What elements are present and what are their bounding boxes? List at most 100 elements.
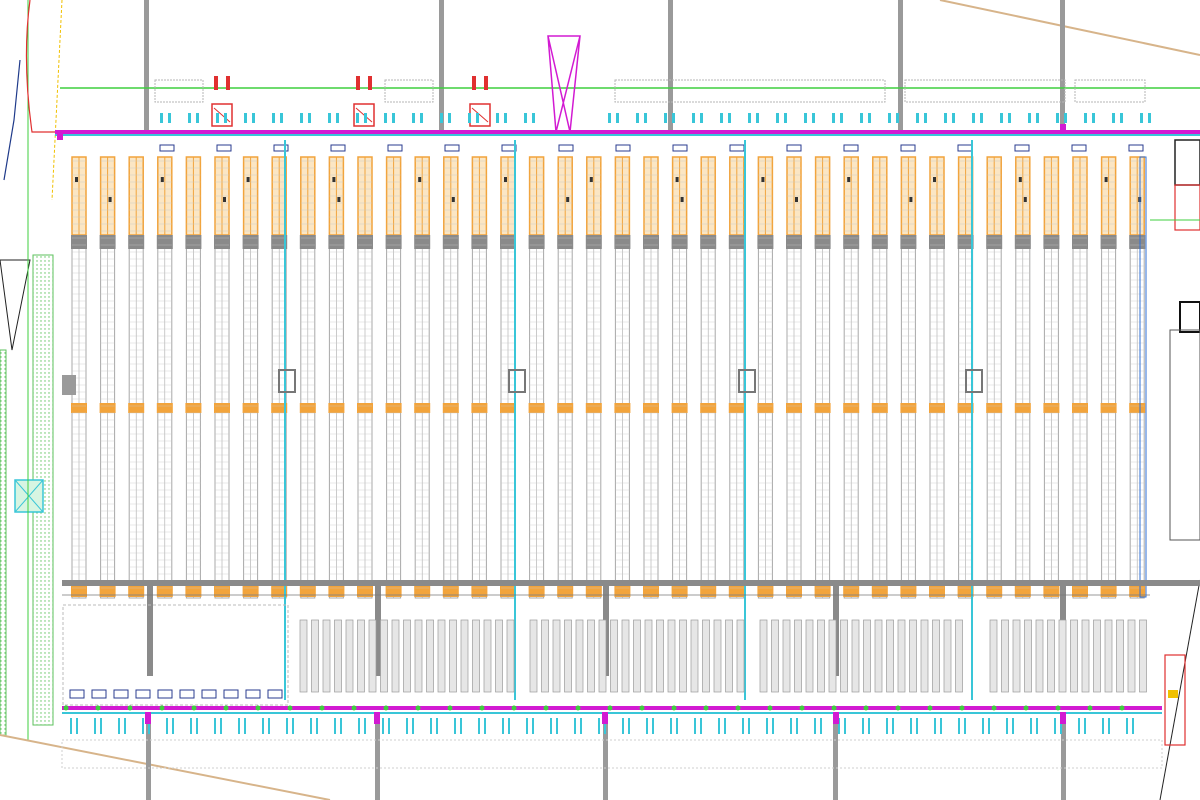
- dock-marker: [692, 113, 695, 123]
- bollard: [447, 705, 453, 711]
- rack-cross-beam-2: [299, 403, 316, 413]
- equipment-room: [1164, 654, 1186, 746]
- dock-bay-marker: [724, 718, 726, 734]
- server-room: [1179, 301, 1200, 333]
- aisle-spine-0: [147, 586, 153, 676]
- dock-bay-marker: [412, 718, 414, 734]
- dock-marker: [952, 113, 955, 123]
- dock-marker: [328, 113, 331, 123]
- dock-bay-marker: [76, 718, 78, 734]
- staging-lane: [380, 619, 388, 693]
- bollard: [351, 705, 357, 711]
- dock-door-icon: [501, 144, 517, 152]
- rack-cross-aisle-1: [671, 235, 688, 249]
- pallet-icon: [108, 197, 112, 202]
- bollard: [735, 705, 741, 711]
- staging-lane: [1001, 619, 1009, 693]
- rack-row: [757, 156, 774, 599]
- bollard: [895, 705, 901, 711]
- dock-bay-marker: [172, 718, 174, 734]
- dock-bay-marker: [646, 718, 648, 734]
- rack-cross-aisle-1: [986, 235, 1003, 249]
- rack-cross-beam-2: [500, 403, 516, 413]
- staging-lane: [633, 619, 641, 693]
- dock-bay-marker: [556, 718, 558, 734]
- ramp-structure: [547, 35, 581, 133]
- rack-row: [614, 156, 631, 599]
- staging-lane: [483, 619, 492, 693]
- rack-cross-aisle-1: [786, 235, 802, 249]
- rack-row: [585, 156, 602, 599]
- staging-lane: [506, 619, 515, 693]
- rack-cross-beam-2: [728, 403, 745, 413]
- main-cross-aisle: [62, 580, 1200, 586]
- landscape-strip: [0, 0, 63, 740]
- pallet-icon: [675, 177, 679, 182]
- dock-marker: [888, 113, 891, 123]
- staging-lane: [541, 619, 549, 693]
- dock-door-icon: [444, 144, 460, 152]
- dock-bay-marker: [814, 718, 816, 734]
- staging-lane: [828, 619, 837, 693]
- bollard: [927, 705, 933, 711]
- dock-marker: [476, 113, 479, 123]
- dock-bay-marker: [454, 718, 456, 734]
- bollard: [703, 705, 709, 711]
- dock-bay-marker: [652, 718, 654, 734]
- dock-door-icon: [900, 144, 916, 152]
- rack-row: [700, 156, 717, 599]
- dock-marker: [720, 113, 723, 123]
- dock-bay-marker: [340, 718, 342, 734]
- bollard: [287, 705, 293, 711]
- rack-cross-aisle-1: [557, 235, 574, 249]
- dock-bay-marker: [790, 718, 792, 734]
- right-office-zone: [1150, 139, 1200, 746]
- dock-door-icon: [1071, 144, 1087, 152]
- dock-bay-marker: [1102, 718, 1104, 734]
- bollard: [799, 705, 805, 711]
- column-top-4: [1060, 0, 1065, 130]
- staging-lane: [989, 619, 998, 693]
- dock-marker: [1008, 113, 1011, 123]
- rack-cross-aisle-1: [471, 235, 488, 249]
- rack-cross-beam-2: [71, 403, 87, 413]
- rack-cross-beam-2: [585, 403, 602, 413]
- office-block-red: [1174, 184, 1200, 231]
- dock-bay-marker: [958, 718, 960, 734]
- dock-bay-marker: [244, 718, 246, 734]
- rack-cross-aisle-1: [871, 235, 888, 249]
- dock-door-icon: [223, 689, 239, 699]
- dock-marker: [924, 113, 927, 123]
- dock-door-icon: [843, 144, 859, 152]
- dock-bay-marker: [430, 718, 432, 734]
- staging-lane: [1024, 619, 1032, 693]
- dock-door-icon: [729, 144, 745, 152]
- dock-marker: [776, 113, 779, 123]
- dock-bay-marker: [190, 718, 192, 734]
- rack-cross-beam-2: [671, 403, 688, 413]
- dock-marker: [980, 113, 983, 123]
- rack-cross-aisle-1: [643, 235, 659, 249]
- dock-marker: [1148, 113, 1151, 123]
- dock-marker: [860, 113, 863, 123]
- bollard: [159, 705, 165, 711]
- rack-cross-aisle-1: [1100, 235, 1117, 249]
- dock-marker: [300, 113, 303, 123]
- staging-lane: [564, 619, 572, 693]
- staging-lane: [840, 619, 848, 693]
- dock-marker: [336, 113, 339, 123]
- dock-marker: [812, 113, 815, 123]
- dock-door-icon: [216, 144, 232, 152]
- dock-marker: [524, 113, 527, 123]
- staging-lane: [1047, 619, 1055, 693]
- rack-row: [786, 156, 802, 599]
- pallet-icon: [589, 177, 593, 182]
- rack-cross-aisle-1: [757, 235, 774, 249]
- staging-lane: [943, 619, 952, 693]
- staging-lane: [782, 619, 791, 693]
- dock-bay-marker: [1012, 718, 1014, 734]
- pallet-icon: [337, 197, 341, 202]
- staging-lane: [334, 619, 342, 693]
- bollard: [767, 705, 773, 711]
- pallet-icon: [795, 197, 798, 202]
